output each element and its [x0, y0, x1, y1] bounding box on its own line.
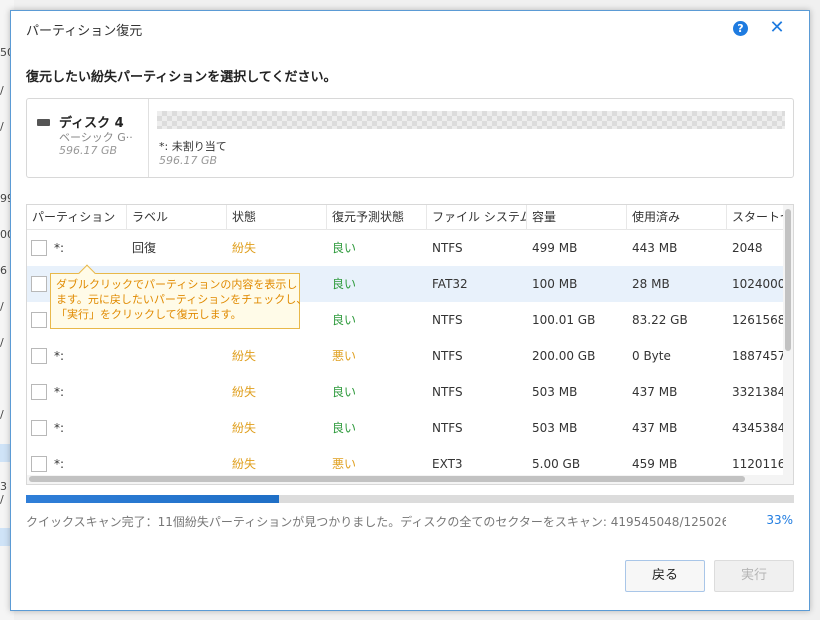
table-header: パーティション ラベル 状態 復元予測状態 ファイル システム 容量 使用済み …: [27, 205, 793, 230]
background-text: /: [0, 336, 4, 349]
disk-drive-icon: [37, 119, 50, 126]
cell-start-sector: 33213849: [732, 385, 783, 399]
cell-label: 回復: [132, 241, 157, 255]
cell-partition: *:: [54, 349, 65, 363]
vertical-scrollbar-thumb[interactable]: [785, 209, 791, 351]
cell-prediction: 良い: [332, 241, 357, 255]
table-row[interactable]: *: 回復 紛失 良い NTFS 499 MB 443 MB 2048: [27, 230, 783, 266]
cell-filesystem: NTFS: [432, 349, 463, 363]
column-header-label[interactable]: ラベル: [127, 205, 227, 230]
cell-start-sector: 43453849: [732, 421, 783, 435]
vertical-scrollbar[interactable]: [783, 205, 793, 475]
cell-filesystem: NTFS: [432, 385, 463, 399]
table-row[interactable]: *: 紛失 悪い NTFS 200.00 GB 0 Byte 18874572: [27, 338, 783, 374]
scan-status-text: クイックスキャン完了：11個紛失パーティションが見つかりました。ディスクの全ての…: [26, 515, 726, 529]
cell-prediction: 良い: [332, 313, 357, 327]
row-checkbox[interactable]: [31, 312, 47, 328]
scan-progress-bar: [26, 495, 794, 503]
background-text: /: [0, 84, 4, 97]
cell-used: 437 MB: [632, 385, 678, 399]
row-checkbox[interactable]: [31, 456, 47, 472]
cell-start-sector: 18874572: [732, 349, 783, 363]
cell-capacity: 100 MB: [532, 277, 578, 291]
column-header-prediction[interactable]: 復元予測状態: [327, 205, 427, 230]
cell-status: 紛失: [232, 421, 257, 435]
row-checkbox[interactable]: [31, 420, 47, 436]
background-text: /: [0, 120, 4, 133]
column-header-capacity[interactable]: 容量: [527, 205, 627, 230]
table-row[interactable]: *: 紛失 良い NTFS 503 MB 437 MB 33213849: [27, 374, 783, 410]
table-row[interactable]: *: 紛失 良い NTFS 503 MB 437 MB 43453849: [27, 410, 783, 446]
background-text: /: [0, 300, 4, 313]
cell-used: 437 MB: [632, 421, 678, 435]
unallocated-partition-bar[interactable]: [157, 111, 785, 129]
cell-partition: *:: [54, 241, 65, 255]
cell-start-sector: 1024000: [732, 277, 783, 291]
cell-capacity: 499 MB: [532, 241, 578, 255]
cell-filesystem: NTFS: [432, 241, 463, 255]
row-checkbox[interactable]: [31, 240, 47, 256]
cell-prediction: 良い: [332, 385, 357, 399]
help-icon[interactable]: ?: [733, 21, 748, 36]
execute-button[interactable]: 実行: [714, 560, 794, 592]
cell-used: 443 MB: [632, 241, 678, 255]
horizontal-scrollbar-thumb[interactable]: [29, 476, 745, 482]
tooltip-line: 「実行」をクリックして復元します。: [56, 308, 242, 321]
cell-prediction: 良い: [332, 277, 357, 291]
title-bar: パーティション復元 ? ✕: [11, 11, 809, 47]
scan-progress-fill: [26, 495, 280, 503]
scan-percent: 33%: [766, 513, 793, 527]
disk-type: ベーシック G··: [59, 131, 133, 144]
cell-status: 紛失: [232, 349, 257, 363]
column-header-used[interactable]: 使用済み: [627, 205, 727, 230]
cell-label: [127, 374, 227, 410]
background-text: 6: [0, 264, 7, 277]
cell-capacity: 503 MB: [532, 421, 578, 435]
tooltip-line: ダブルクリックでパーティションの内容を表示し: [56, 278, 298, 291]
partition-table: パーティション ラベル 状態 復元予測状態 ファイル システム 容量 使用済み …: [26, 204, 794, 485]
instruction-text: 復元したい紛失パーティションを選択してください。: [26, 70, 337, 85]
dialog-title: パーティション復元: [26, 24, 143, 39]
cell-capacity: 200.00 GB: [532, 349, 596, 363]
column-header-start-sector[interactable]: スタートセ: [727, 205, 783, 230]
partition-size: 596.17 GB: [159, 154, 218, 167]
row-checkbox[interactable]: [31, 276, 47, 292]
cell-prediction: 悪い: [332, 349, 357, 363]
cell-capacity: 503 MB: [532, 385, 578, 399]
cell-start-sector: 2048: [732, 241, 763, 255]
cell-filesystem: NTFS: [432, 421, 463, 435]
cell-partition: *:: [54, 385, 65, 399]
column-header-filesystem[interactable]: ファイル システム: [427, 205, 527, 230]
cell-used: 28 MB: [632, 277, 670, 291]
column-header-status[interactable]: 状態: [227, 205, 327, 230]
hint-tooltip: ダブルクリックでパーティションの内容を表示し ます。元に戻したいパーティションを…: [50, 264, 308, 329]
back-button[interactable]: 戻る: [625, 560, 705, 592]
cell-label: [127, 338, 227, 374]
background-text: /: [0, 408, 4, 421]
cell-label: [127, 410, 227, 446]
cell-capacity: 100.01 GB: [532, 313, 596, 327]
horizontal-scrollbar[interactable]: [27, 475, 793, 484]
cell-used: 83.22 GB: [632, 313, 688, 327]
tooltip-line: ます。元に戻したいパーティションをチェックし、: [56, 293, 308, 306]
cell-used: 0 Byte: [632, 349, 671, 363]
cell-status: 紛失: [232, 241, 257, 255]
disk-info: ディスク 4 ベーシック G·· 596.17 GB: [27, 99, 149, 177]
cell-filesystem: FAT32: [432, 277, 468, 291]
cell-status: 紛失: [232, 385, 257, 399]
cell-start-sector: 1261568: [732, 313, 783, 327]
disk-size: 596.17 GB: [59, 144, 118, 157]
disk-panel: ディスク 4 ベーシック G·· 596.17 GB *: 未割り当て 596.…: [26, 98, 794, 178]
partition-label: *: 未割り当て: [159, 140, 227, 153]
cell-prediction: 良い: [332, 421, 357, 435]
cell-partition: *:: [54, 421, 65, 435]
row-checkbox[interactable]: [31, 348, 47, 364]
cell-filesystem: NTFS: [432, 313, 463, 327]
partition-recovery-dialog: パーティション復元 ? ✕ 復元したい紛失パーティションを選択してください。 デ…: [10, 10, 810, 611]
close-icon[interactable]: ✕: [767, 17, 787, 39]
row-checkbox[interactable]: [31, 384, 47, 400]
column-header-partition[interactable]: パーティション: [27, 205, 127, 230]
